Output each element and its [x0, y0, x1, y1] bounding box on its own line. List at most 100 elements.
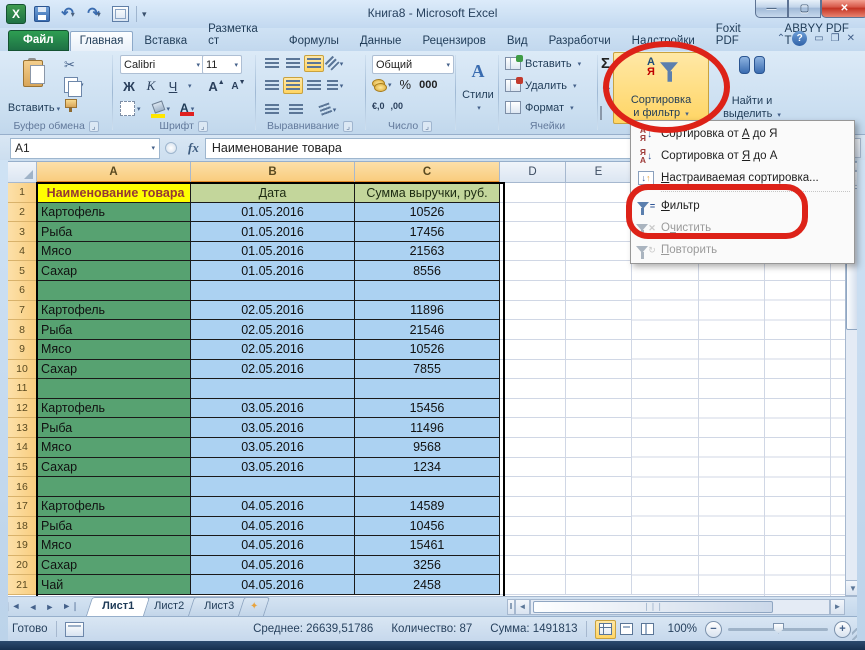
- align-bottom-button[interactable]: [304, 55, 324, 72]
- grid-cell[interactable]: [500, 536, 566, 556]
- row-header-1[interactable]: 1: [8, 183, 37, 203]
- table-cell[interactable]: Картофель: [37, 497, 191, 517]
- grid-cell[interactable]: [500, 360, 566, 380]
- row-header-3[interactable]: 3: [8, 222, 37, 242]
- table-cell[interactable]: 04.05.2016: [191, 517, 355, 537]
- tab-Формулы[interactable]: Формулы: [279, 31, 349, 51]
- table-cell[interactable]: 17456: [355, 222, 500, 242]
- row-header-8[interactable]: 8: [8, 320, 37, 340]
- tab-Разметка ст[interactable]: Разметка ст: [198, 19, 278, 51]
- menu-item-Настраиваемая сортировка...[interactable]: ↓↑Настраиваемая сортировка...: [631, 167, 854, 189]
- paste-button[interactable]: Вставить▾: [8, 54, 60, 116]
- table-cell[interactable]: 2458: [355, 575, 500, 595]
- page-layout-view-button[interactable]: [616, 620, 637, 639]
- fx-icon[interactable]: fx: [188, 140, 199, 156]
- delete-cells-button[interactable]: Удалить▾: [505, 79, 577, 92]
- table-cell[interactable]: 10526: [355, 203, 500, 223]
- table-cell[interactable]: Дата: [191, 183, 355, 203]
- table-cell[interactable]: 10526: [355, 340, 500, 360]
- table-cell[interactable]: Мясо: [37, 340, 191, 360]
- workbook-minimize-icon[interactable]: ▭: [814, 33, 823, 44]
- table-cell[interactable]: Сумма выручки, руб.: [355, 183, 500, 203]
- tab-Главная[interactable]: Главная: [70, 31, 134, 51]
- table-cell[interactable]: Наименование товара: [37, 183, 191, 203]
- grid-cell[interactable]: [566, 438, 632, 458]
- table-cell[interactable]: 11896: [355, 301, 500, 321]
- table-cell[interactable]: 01.05.2016: [191, 261, 355, 281]
- table-cell[interactable]: 03.05.2016: [191, 418, 355, 438]
- select-all-corner[interactable]: [8, 162, 37, 183]
- table-cell[interactable]: Сахар: [37, 556, 191, 576]
- row-header-10[interactable]: 10: [8, 360, 37, 380]
- grid-cell[interactable]: [500, 183, 566, 203]
- zoom-out-button[interactable]: −: [705, 621, 722, 638]
- grow-font-button[interactable]: А▲: [208, 77, 226, 95]
- collapse-ribbon-icon[interactable]: ⌃: [777, 33, 785, 44]
- tab-Надстройки[interactable]: Надстройки: [622, 31, 705, 51]
- table-cell[interactable]: 11496: [355, 418, 500, 438]
- table-cell[interactable]: Рыба: [37, 320, 191, 340]
- table-cell[interactable]: Картофель: [37, 203, 191, 223]
- orientation-button[interactable]: ▾: [325, 55, 345, 72]
- alignment-dialog-launcher[interactable]: ⌟: [343, 121, 353, 132]
- help-icon[interactable]: ?: [792, 31, 807, 46]
- grid-cell[interactable]: [566, 575, 632, 595]
- row-header-5[interactable]: 5: [8, 261, 37, 281]
- table-cell[interactable]: 02.05.2016: [191, 340, 355, 360]
- grid-cell[interactable]: [500, 379, 566, 399]
- grid-cell[interactable]: [500, 340, 566, 360]
- row-header-9[interactable]: 9: [8, 340, 37, 360]
- table-cell[interactable]: Рыба: [37, 517, 191, 537]
- font-color-button[interactable]: А▾: [180, 103, 194, 114]
- table-cell[interactable]: Картофель: [37, 399, 191, 419]
- table-cell[interactable]: Рыба: [37, 222, 191, 242]
- grid-cell[interactable]: [566, 222, 632, 242]
- grid-cell[interactable]: [566, 556, 632, 576]
- grid-cell[interactable]: [566, 418, 632, 438]
- grid-cell[interactable]: [500, 438, 566, 458]
- table-cell[interactable]: 10456: [355, 517, 500, 537]
- table-cell[interactable]: 1234: [355, 458, 500, 478]
- grid-cell[interactable]: [566, 477, 632, 497]
- fill-button[interactable]: ⇩: [601, 79, 612, 95]
- grid-cell[interactable]: [566, 517, 632, 537]
- number-dialog-launcher[interactable]: ⌟: [422, 121, 432, 132]
- grid-cell[interactable]: [566, 458, 632, 478]
- decrease-indent-button[interactable]: [262, 101, 282, 118]
- row-header-20[interactable]: 20: [8, 556, 37, 576]
- table-cell[interactable]: Картофель: [37, 301, 191, 321]
- increase-decimal-button[interactable]: €,0: [372, 101, 385, 111]
- grid-cell[interactable]: [500, 301, 566, 321]
- tab-Данные[interactable]: Данные: [350, 31, 412, 51]
- table-cell[interactable]: 3256: [355, 556, 500, 576]
- table-cell[interactable]: 7855: [355, 360, 500, 380]
- column-header-D[interactable]: D: [500, 162, 566, 183]
- merge-center-button[interactable]: ▾: [325, 77, 345, 94]
- horizontal-scroll-track[interactable]: ❘❘❘: [530, 599, 830, 615]
- fill-color-button[interactable]: ▾: [151, 104, 171, 114]
- percent-style-button[interactable]: %: [400, 77, 412, 92]
- row-header-7[interactable]: 7: [8, 301, 37, 321]
- format-cells-button[interactable]: Формат▾: [505, 101, 574, 114]
- align-top-button[interactable]: [262, 55, 282, 72]
- align-center-button[interactable]: [283, 77, 303, 94]
- table-cell[interactable]: 04.05.2016: [191, 497, 355, 517]
- shrink-font-button[interactable]: А▼: [230, 77, 248, 95]
- grid-cell[interactable]: [566, 203, 632, 223]
- column-header-E[interactable]: E: [566, 162, 632, 183]
- tab-Вставка[interactable]: Вставка: [134, 31, 197, 51]
- table-cell[interactable]: 8556: [355, 261, 500, 281]
- table-cell[interactable]: 04.05.2016: [191, 536, 355, 556]
- column-header-A[interactable]: A: [37, 162, 191, 183]
- tab-Вид[interactable]: Вид: [497, 31, 538, 51]
- zoom-in-button[interactable]: +: [834, 621, 851, 638]
- menu-item-Сортировка от Я до А[interactable]: ЯА↓Сортировка от Я до А: [631, 145, 854, 167]
- decrease-decimal-button[interactable]: ,00: [391, 101, 404, 111]
- grid-cell[interactable]: [500, 497, 566, 517]
- row-header-15[interactable]: 15: [8, 458, 37, 478]
- grid-cell[interactable]: [500, 575, 566, 595]
- table-cell[interactable]: 21546: [355, 320, 500, 340]
- table-cell[interactable]: Мясо: [37, 242, 191, 262]
- sort-filter-button[interactable]: АЯ Сортировкаи фильтр ▾: [613, 52, 709, 124]
- last-sheet-button[interactable]: ►❘: [58, 601, 82, 612]
